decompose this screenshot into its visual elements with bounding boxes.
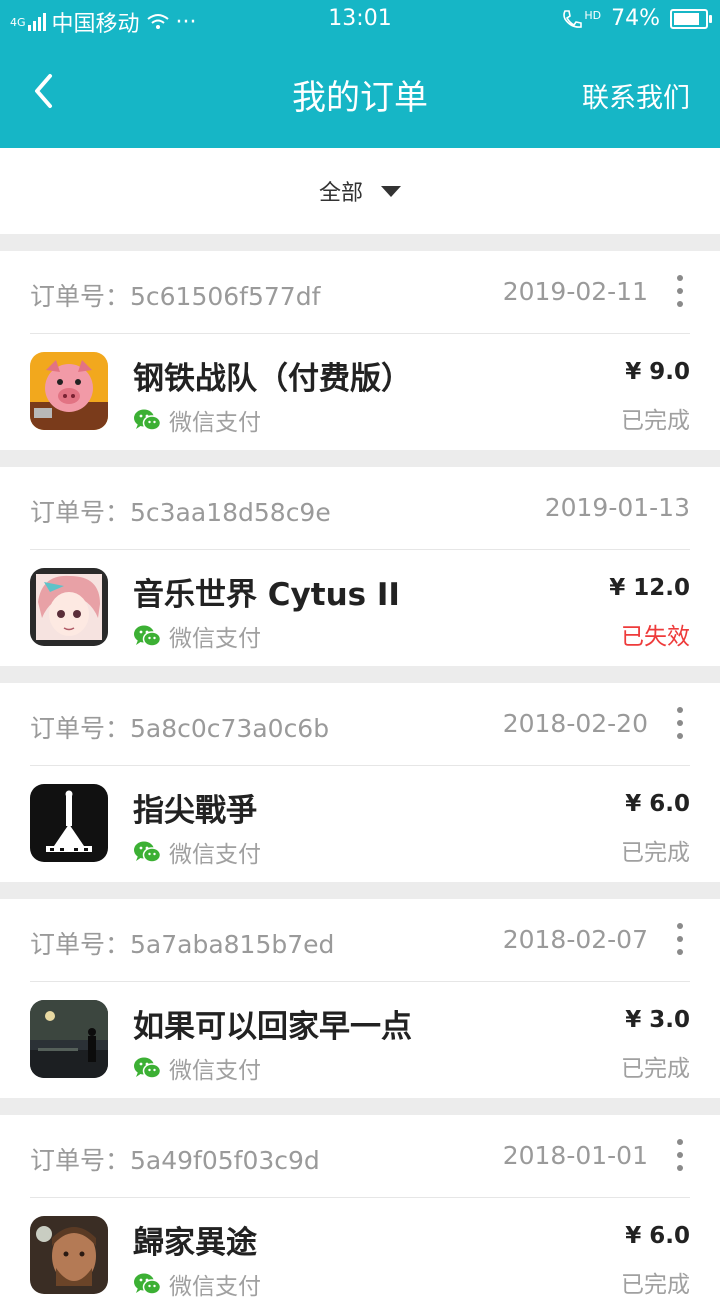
status-right: HD 74% bbox=[561, 6, 712, 31]
app-icon bbox=[30, 1216, 108, 1294]
order-header: 订单号：5a8c0c73a0c6b 2018-02-20 bbox=[30, 683, 690, 766]
app-icon bbox=[30, 352, 108, 430]
payment-method: 微信支付 bbox=[133, 1267, 261, 1301]
order-header: 订单号：5a49f05f03c9d 2018-01-01 bbox=[30, 1115, 690, 1198]
order-number: 订单号：5a49f05f03c9d bbox=[30, 1146, 320, 1175]
payment-method: 微信支付 bbox=[133, 619, 261, 653]
order-body: 指尖戰爭 微信支付 ¥ 6.0 已完成 bbox=[30, 765, 690, 882]
order-card[interactable]: 订单号：5a8c0c73a0c6b 2018-02-20 指尖戰爭 微信支付 ¥… bbox=[0, 683, 720, 882]
payment-method-label: 微信支付 bbox=[169, 410, 261, 436]
order-body: 钢铁战队（付费版） 微信支付 ¥ 9.0 已完成 bbox=[30, 333, 690, 450]
order-date: 2018-01-01 bbox=[502, 1141, 648, 1170]
order-header: 订单号：5c3aa18d58c9e 2019-01-13 bbox=[30, 467, 690, 550]
payment-method-label: 微信支付 bbox=[169, 1274, 261, 1300]
app-name: 音乐世界 Cytus II bbox=[133, 577, 400, 613]
contact-us-button[interactable]: 联系我们 bbox=[582, 76, 690, 115]
status-bar: 4G 中国移动 ··· 13:01 HD 74% bbox=[0, 0, 720, 38]
payment-method: 微信支付 bbox=[133, 835, 261, 869]
caret-down-icon bbox=[381, 185, 401, 197]
header: 4G 中国移动 ··· 13:01 HD 74% 我的订单 联系我们 bbox=[0, 0, 720, 148]
order-price: ¥ 3.0 bbox=[625, 1007, 690, 1033]
filter-dropdown[interactable]: 全部 bbox=[0, 148, 720, 234]
chevron-left-icon bbox=[35, 74, 52, 108]
wechat-pay-icon bbox=[134, 841, 161, 863]
order-number: 订单号：5c3aa18d58c9e bbox=[30, 498, 331, 527]
order-price: ¥ 12.0 bbox=[609, 575, 690, 601]
order-body: 音乐世界 Cytus II 微信支付 ¥ 12.0 已失效 bbox=[30, 549, 690, 666]
order-card[interactable]: 订单号：5a49f05f03c9d 2018-01-01 歸家異途 微信支付 ¥… bbox=[0, 1115, 720, 1314]
order-header: 订单号：5c61506f577df 2019-02-11 bbox=[30, 251, 690, 334]
order-price: ¥ 6.0 bbox=[625, 791, 690, 817]
order-price: ¥ 6.0 bbox=[625, 1223, 690, 1249]
order-number: 订单号：5c61506f577df bbox=[30, 282, 321, 311]
order-body: 歸家異途 微信支付 ¥ 6.0 已完成 bbox=[30, 1197, 690, 1314]
app-name: 钢铁战队（付费版） bbox=[133, 361, 412, 397]
app-icon bbox=[30, 568, 108, 646]
order-status: 已完成 bbox=[621, 1056, 690, 1082]
order-header: 订单号：5a7aba815b7ed 2018-02-07 bbox=[30, 899, 690, 982]
battery-percent: 74% bbox=[611, 6, 660, 31]
order-price: ¥ 9.0 bbox=[625, 359, 690, 385]
back-button[interactable] bbox=[20, 66, 70, 116]
phone-icon bbox=[563, 9, 583, 28]
order-date: 2018-02-07 bbox=[502, 925, 648, 954]
order-card[interactable]: 订单号：5c61506f577df 2019-02-11 钢铁战队（付费版） 微… bbox=[0, 251, 720, 450]
wechat-pay-icon bbox=[134, 1273, 161, 1295]
app-icon bbox=[30, 784, 108, 862]
order-date: 2019-01-13 bbox=[544, 493, 690, 522]
more-vert-icon[interactable] bbox=[675, 923, 685, 955]
more-vert-icon[interactable] bbox=[675, 707, 685, 739]
battery-icon bbox=[670, 8, 712, 29]
payment-method-label: 微信支付 bbox=[169, 626, 261, 652]
order-body: 如果可以回家早一点 微信支付 ¥ 3.0 已完成 bbox=[30, 981, 690, 1098]
order-status: 已失效 bbox=[621, 624, 690, 650]
hd-label: HD bbox=[584, 8, 602, 22]
wechat-pay-icon bbox=[134, 625, 161, 647]
order-card[interactable]: 订单号：5a7aba815b7ed 2018-02-07 如果可以回家早一点 微… bbox=[0, 899, 720, 1098]
order-status: 已完成 bbox=[621, 408, 690, 434]
order-number: 订单号：5a8c0c73a0c6b bbox=[30, 714, 330, 743]
wechat-pay-icon bbox=[134, 409, 161, 431]
payment-method: 微信支付 bbox=[133, 1051, 261, 1085]
app-name: 指尖戰爭 bbox=[133, 793, 257, 829]
order-status: 已完成 bbox=[621, 1272, 690, 1298]
order-date: 2019-02-11 bbox=[502, 277, 648, 306]
wechat-pay-icon bbox=[134, 1057, 161, 1079]
order-date: 2018-02-20 bbox=[502, 709, 648, 738]
app-name: 歸家異途 bbox=[133, 1225, 257, 1261]
payment-method-label: 微信支付 bbox=[169, 842, 261, 868]
order-card[interactable]: 订单号：5c3aa18d58c9e 2019-01-13 音乐世界 Cytus … bbox=[0, 467, 720, 666]
order-number: 订单号：5a7aba815b7ed bbox=[30, 930, 335, 959]
hd-call-indicator: HD bbox=[561, 9, 601, 29]
filter-label: 全部 bbox=[318, 181, 363, 206]
payment-method-label: 微信支付 bbox=[169, 1058, 261, 1084]
app-name: 如果可以回家早一点 bbox=[133, 1009, 412, 1045]
payment-method: 微信支付 bbox=[133, 403, 261, 437]
app-icon bbox=[30, 1000, 108, 1078]
more-vert-icon[interactable] bbox=[675, 1139, 685, 1171]
more-vert-icon[interactable] bbox=[675, 275, 685, 307]
order-status: 已完成 bbox=[621, 840, 690, 866]
nav-bar: 我的订单 联系我们 bbox=[0, 38, 720, 148]
